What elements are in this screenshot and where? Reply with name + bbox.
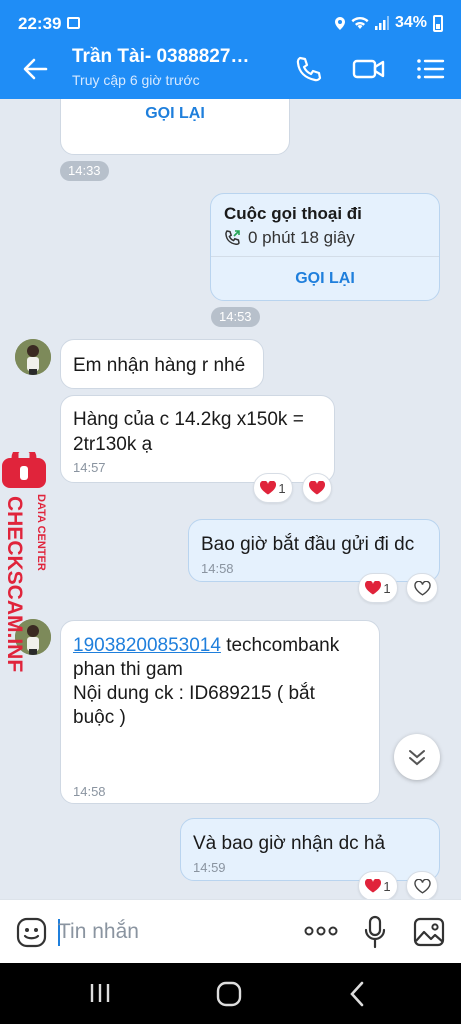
message-time: 14:59 xyxy=(193,860,226,875)
double-chevron-down-icon xyxy=(409,750,425,766)
heart-icon xyxy=(309,481,325,495)
callback-button[interactable]: GỌI LẠI xyxy=(211,270,439,288)
more-options-icon[interactable] xyxy=(303,925,339,937)
status-time: 22:39 xyxy=(18,14,62,33)
heart-outline-icon xyxy=(413,580,431,596)
message-input[interactable]: Tin nhắn xyxy=(58,920,139,944)
status-bar: 22:39 34% xyxy=(0,0,461,40)
home-icon[interactable] xyxy=(216,981,242,1007)
reaction-count[interactable]: 1 xyxy=(358,871,398,899)
heart-outline-icon xyxy=(413,878,431,894)
heart-icon xyxy=(260,481,277,495)
message-text: Và bao giờ nhận dc hả xyxy=(193,833,386,854)
message-text: Bao giờ bắt đầu gửi đi dc xyxy=(201,534,415,555)
location-icon xyxy=(334,16,345,30)
outgoing-call-card: Cuộc gọi thoại đi 0 phút 18 giây GỌI LẠI xyxy=(210,193,440,301)
microphone-icon[interactable] xyxy=(364,915,386,949)
incoming-message-bubble[interactable]: Hàng của c 14.2kg x150k = 2tr130k ạ 14:5… xyxy=(60,395,335,483)
back-arrow-icon[interactable] xyxy=(20,54,50,84)
battery-icon xyxy=(433,14,443,32)
status-right: 34% xyxy=(334,14,443,32)
react-heart-button[interactable] xyxy=(302,473,332,503)
reaction-count[interactable]: 1 xyxy=(358,573,398,603)
scroll-down-button[interactable] xyxy=(394,734,440,780)
sticker-emoji-icon[interactable] xyxy=(16,917,47,948)
message-text-line4: buộc ) xyxy=(73,707,126,728)
bank-name: techcombank xyxy=(220,635,340,656)
account-number-link[interactable]: 19038200853014 xyxy=(73,635,221,656)
timestamp-chip: 14:53 xyxy=(211,307,260,327)
outgoing-message-bubble[interactable]: Và bao giờ nhận dc hả 14:59 xyxy=(180,818,440,881)
heart-icon xyxy=(365,879,382,893)
last-seen: Truy cập 6 giờ trước xyxy=(72,72,200,88)
incoming-message-bubble[interactable]: 19038200853014 techcombank phan thi gam … xyxy=(60,620,380,804)
timestamp-chip: 14:33 xyxy=(60,161,109,181)
outgoing-message-bubble[interactable]: Bao giờ bắt đầu gửi đi dc 14:58 xyxy=(188,519,440,582)
message-text-line2: phan thi gam xyxy=(73,659,183,680)
system-nav-bar xyxy=(0,963,461,1024)
back-nav-icon[interactable] xyxy=(348,981,366,1007)
callback-button[interactable]: GỌI LẠI xyxy=(61,105,289,123)
incoming-message-bubble[interactable]: Em nhận hàng r nhé xyxy=(60,339,264,389)
message-text-line3: Nội dung ck : ID689215 ( bắt xyxy=(73,683,315,704)
video-call-icon[interactable] xyxy=(352,54,386,84)
signal-icon xyxy=(374,16,389,30)
wifi-icon xyxy=(351,17,369,29)
react-heart-button[interactable] xyxy=(406,871,438,899)
heart-icon xyxy=(365,581,382,595)
call-duration: 0 phút 18 giây xyxy=(248,228,355,247)
watermark-big-text: CHECKSCAM.INFO xyxy=(3,496,26,672)
reaction-number: 1 xyxy=(278,480,286,496)
image-picker-icon[interactable] xyxy=(413,917,445,947)
chat-header: 22:39 34% Trần Tài- 0388827… Truy cập 6 … xyxy=(0,0,461,99)
contact-name[interactable]: Trần Tài- 0388827… xyxy=(72,46,249,68)
message-text-line1: 19038200853014 techcombank xyxy=(73,633,339,658)
message-time: 14:57 xyxy=(73,460,106,475)
reaction-number: 1 xyxy=(383,878,391,894)
reaction-number: 1 xyxy=(383,580,391,596)
incoming-call-card: GỌI LẠI xyxy=(60,99,290,155)
message-composer: Tin nhắn xyxy=(0,899,461,963)
watermark-small-text: DATA CENTER xyxy=(35,494,47,571)
avatar[interactable] xyxy=(15,339,51,375)
message-text: Em nhận hàng r nhé xyxy=(73,355,246,376)
message-list[interactable]: GỌI LẠI 14:33 Cuộc gọi thoại đi 0 phút 1… xyxy=(0,99,461,899)
message-text-line1: Hàng của c 14.2kg x150k = xyxy=(73,409,304,430)
gallery-notification-icon xyxy=(67,17,80,29)
react-heart-button[interactable] xyxy=(406,573,438,603)
message-time: 14:58 xyxy=(73,784,106,799)
call-title: Cuộc gọi thoại đi xyxy=(224,204,362,223)
reaction-count[interactable]: 1 xyxy=(253,473,293,503)
message-time: 14:58 xyxy=(201,561,234,576)
outgoing-call-icon xyxy=(225,230,240,246)
checkscam-watermark: DATA CENTER CHECKSCAM.INFO xyxy=(0,445,52,689)
menu-list-icon[interactable] xyxy=(415,54,445,84)
recent-apps-icon[interactable] xyxy=(88,982,112,1004)
card-divider xyxy=(211,256,439,257)
voice-call-icon[interactable] xyxy=(293,54,323,84)
message-text-line2: 2tr130k ạ xyxy=(73,434,153,455)
battery-percent: 34% xyxy=(394,14,427,31)
